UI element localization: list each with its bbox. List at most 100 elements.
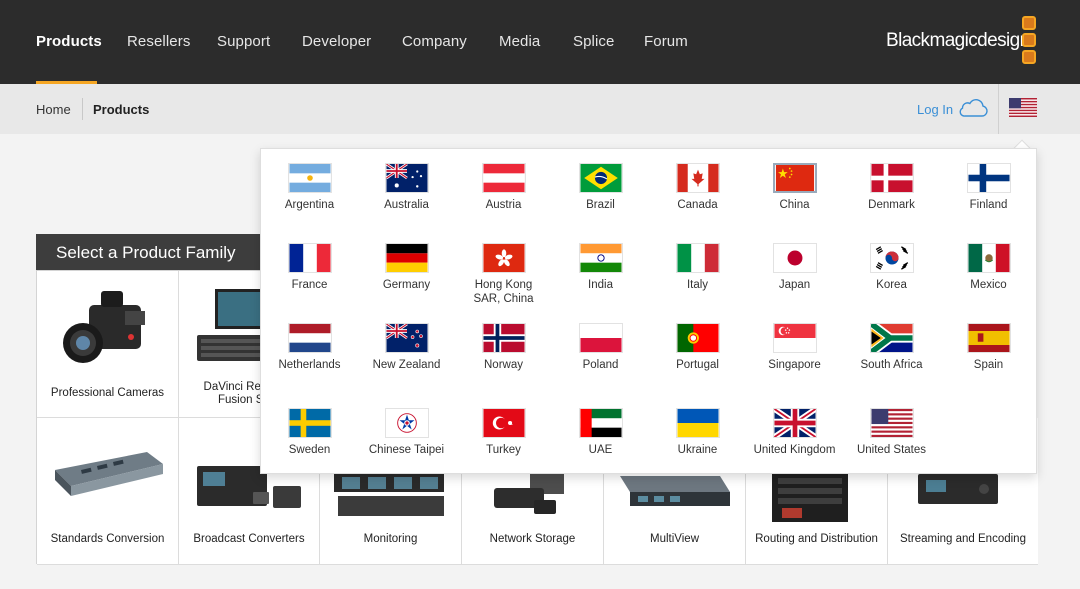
country-mexico[interactable]: Mexico	[940, 243, 1037, 292]
country-label: United Kingdom	[753, 444, 836, 456]
product-professional-cameras[interactable]: Professional Cameras	[37, 271, 179, 418]
mexico-flag-icon	[966, 243, 1011, 273]
nav-support[interactable]: Support	[217, 33, 270, 50]
country-finland[interactable]: Finland	[940, 163, 1037, 212]
country-label: China	[779, 199, 810, 211]
country-japan[interactable]: Japan	[746, 243, 843, 292]
country-label: Brazil	[586, 199, 615, 211]
country-label: India	[588, 279, 613, 291]
country-label: Austria	[485, 199, 522, 211]
country-korea[interactable]: Korea	[843, 243, 940, 292]
country-brazil[interactable]: Brazil	[552, 163, 649, 212]
turkey-flag-icon	[481, 408, 526, 438]
monitoring-image	[334, 474, 444, 516]
multiview-image	[620, 476, 730, 506]
country-label: Sweden	[288, 444, 331, 456]
country-india[interactable]: India	[552, 243, 649, 292]
country-united-states[interactable]: United States	[843, 408, 940, 457]
us-flag-icon[interactable]	[1009, 98, 1037, 117]
united-states-flag-icon	[869, 408, 914, 438]
country-spain[interactable]: Spain	[940, 323, 1037, 372]
argentina-flag-icon	[287, 163, 332, 193]
finland-flag-icon	[966, 163, 1011, 193]
country-label: Australia	[384, 199, 429, 211]
country-label: Ukraine	[677, 444, 718, 456]
product-standards-conversion[interactable]: Standards Conversion	[37, 418, 179, 565]
country-label: Spain	[973, 359, 1004, 371]
country-netherlands[interactable]: Netherlands	[261, 323, 358, 372]
breadcrumb-current: Products	[93, 102, 150, 117]
country-australia[interactable]: Australia	[358, 163, 455, 212]
country-denmark[interactable]: Denmark	[843, 163, 940, 212]
breadcrumb: Home Products Log In	[0, 84, 1080, 134]
top-navigation: Products Resellers Support Developer Com…	[0, 0, 1080, 84]
camera-image	[63, 291, 145, 363]
country-label: Norway	[484, 359, 523, 371]
country-italy[interactable]: Italy	[649, 243, 746, 292]
country-china[interactable]: China	[746, 163, 843, 212]
country-label: Portugal	[676, 359, 719, 371]
country-label: Turkey	[486, 444, 521, 456]
country-label: Mexico	[970, 279, 1007, 291]
country-austria[interactable]: Austria	[455, 163, 552, 212]
nav-developer[interactable]: Developer	[302, 33, 371, 50]
country-chinese-taipei[interactable]: Chinese Taipei	[358, 408, 455, 457]
country-label: Germany	[382, 279, 431, 291]
brazil-flag-icon	[578, 163, 623, 193]
country-label: Hong Kong SAR, China	[473, 279, 534, 305]
country-france[interactable]: France	[261, 243, 358, 292]
country-ukraine[interactable]: Ukraine	[649, 408, 746, 457]
nav-products[interactable]: Products	[36, 33, 102, 50]
austria-flag-icon	[481, 163, 526, 193]
india-flag-icon	[578, 243, 623, 273]
france-flag-icon	[287, 243, 332, 273]
country-label: Argentina	[284, 199, 335, 211]
portugal-flag-icon	[675, 323, 720, 353]
hong-kong-flag-icon	[481, 243, 526, 273]
country-singapore[interactable]: Singapore	[746, 323, 843, 372]
korea-flag-icon	[869, 243, 914, 273]
country-uae[interactable]: UAE	[552, 408, 649, 457]
nav-splice[interactable]: Splice	[573, 33, 614, 50]
nav-forum[interactable]: Forum	[644, 33, 688, 50]
country-label: Denmark	[868, 199, 915, 211]
country-label: Chinese Taipei	[368, 444, 445, 456]
spain-flag-icon	[966, 323, 1011, 353]
country-canada[interactable]: Canada	[649, 163, 746, 212]
country-new-zealand[interactable]: New Zealand	[358, 323, 455, 372]
country-hong-kong[interactable]: Hong Kong SAR, China	[455, 243, 552, 306]
cloud-icon[interactable]	[957, 97, 989, 119]
country-poland[interactable]: Poland	[552, 323, 649, 372]
country-norway[interactable]: Norway	[455, 323, 552, 372]
country-united-kingdom[interactable]: United Kingdom	[746, 408, 843, 457]
nav-media[interactable]: Media	[499, 33, 540, 50]
country-label: Korea	[876, 279, 907, 291]
country-argentina[interactable]: Argentina	[261, 163, 358, 212]
product-family-title: Select a Product Family	[36, 234, 260, 270]
breadcrumb-home[interactable]: Home	[36, 102, 71, 117]
streaming-encoder-image	[918, 474, 998, 504]
standards-converter-image	[55, 452, 163, 496]
china-flag-icon	[772, 163, 817, 193]
country-south-africa[interactable]: South Africa	[843, 323, 940, 372]
country-germany[interactable]: Germany	[358, 243, 455, 292]
singapore-flag-icon	[772, 323, 817, 353]
country-label: UAE	[588, 444, 613, 456]
japan-flag-icon	[772, 243, 817, 273]
region-selector-dropdown: Argentina Australia Austria Brazil Canad…	[260, 148, 1037, 474]
country-sweden[interactable]: Sweden	[261, 408, 358, 457]
new-zealand-flag-icon	[384, 323, 429, 353]
germany-flag-icon	[384, 243, 429, 273]
country-turkey[interactable]: Turkey	[455, 408, 552, 457]
country-portugal[interactable]: Portugal	[649, 323, 746, 372]
country-label: France	[291, 279, 328, 291]
nav-resellers[interactable]: Resellers	[127, 33, 190, 50]
login-link[interactable]: Log In	[917, 102, 953, 117]
product-label: Streaming and Encoding	[900, 533, 1026, 545]
country-label: Italy	[686, 279, 709, 291]
nav-company[interactable]: Company	[402, 33, 467, 50]
country-label: Poland	[582, 359, 619, 371]
product-label: Network Storage	[489, 533, 576, 545]
product-label-partial: DaVinci Reso Fusion Sof	[203, 381, 273, 406]
product-label: Standards Conversion	[50, 533, 165, 545]
